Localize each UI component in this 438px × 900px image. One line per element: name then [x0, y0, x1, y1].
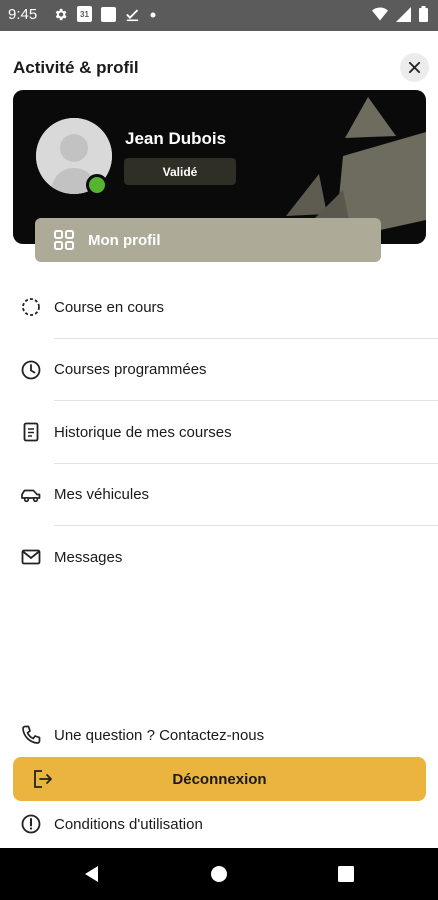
square-icon	[101, 6, 116, 22]
menu-item-mes-vehicules[interactable]: Mes véhicules	[0, 464, 438, 526]
menu-item-label: Course en cours	[54, 298, 165, 316]
my-profile-button[interactable]: Mon profil	[35, 218, 381, 262]
signal-icon	[396, 6, 411, 22]
recents-icon[interactable]	[336, 864, 356, 884]
menu-item-courses-programmees[interactable]: Courses programmées	[0, 339, 438, 401]
menu-item-label: Historique de mes courses	[54, 423, 232, 441]
status-bar: 9:45 31	[0, 0, 438, 31]
calendar-icon: 31	[77, 6, 92, 22]
online-status-indicator	[86, 174, 108, 196]
grid-icon	[54, 230, 74, 250]
clock-icon	[21, 360, 41, 380]
status-time: 9:45	[8, 6, 38, 23]
menu-item-historique[interactable]: Historique de mes courses	[0, 401, 438, 464]
logout-label: Déconnexion	[172, 770, 267, 788]
back-icon[interactable]	[82, 864, 102, 884]
menu-item-label: Messages	[54, 548, 123, 566]
menu-item-label: Courses programmées	[54, 361, 207, 379]
car-icon	[21, 489, 41, 502]
contact-link[interactable]: Une question ? Contactez-nous	[0, 720, 438, 750]
info-icon	[21, 814, 41, 834]
menu-item-label: Mes véhicules	[54, 486, 150, 504]
user-name: Jean Dubois	[125, 129, 227, 148]
mail-icon	[21, 549, 41, 565]
wifi-icon	[372, 6, 388, 21]
close-icon	[408, 61, 421, 74]
battery-icon	[419, 6, 428, 22]
home-icon[interactable]	[209, 864, 229, 884]
logout-button[interactable]: Déconnexion	[13, 757, 426, 801]
status-badge: Validé	[124, 158, 236, 185]
contact-label: Une question ? Contactez-nous	[54, 726, 265, 744]
terms-label: Conditions d'utilisation	[54, 815, 203, 833]
loading-circle-icon	[22, 298, 40, 317]
status-right-icons	[372, 6, 428, 22]
check-download-icon	[126, 8, 139, 21]
terms-link[interactable]: Conditions d'utilisation	[0, 809, 438, 839]
system-navigation-bar	[0, 848, 438, 900]
activity-profile-sheet: Activité & profil Jean Dubois Validé Mon…	[0, 31, 438, 848]
close-button[interactable]	[400, 53, 429, 82]
status-left-icons: 31	[53, 6, 157, 22]
menu-item-messages[interactable]: Messages	[0, 526, 438, 589]
my-profile-label: Mon profil	[88, 231, 161, 249]
activity-menu: Course en cours Courses programmées Hist…	[0, 276, 438, 589]
logout-icon	[34, 770, 52, 788]
dot-icon	[150, 12, 156, 17]
gear-icon	[55, 8, 67, 20]
document-icon	[23, 422, 39, 442]
phone-icon	[22, 725, 41, 744]
page-title: Activité & profil	[13, 58, 139, 77]
menu-item-course-en-cours[interactable]: Course en cours	[0, 276, 438, 339]
